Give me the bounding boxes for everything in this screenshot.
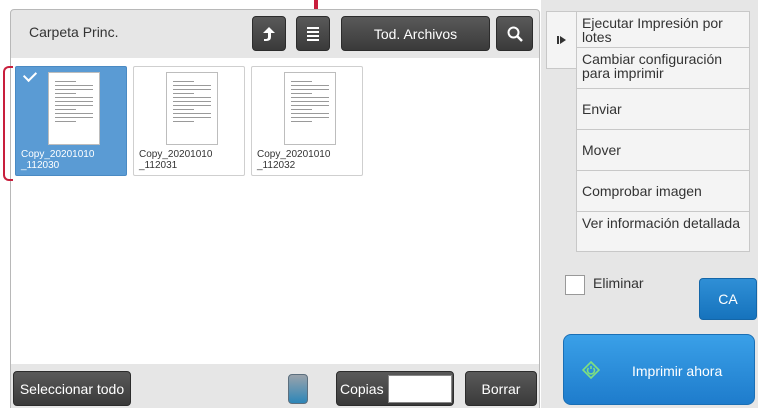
delete-button[interactable]: Borrar xyxy=(465,371,537,406)
action-menu: Ejecutar Impresión por lotes Cambiar con… xyxy=(576,11,750,252)
file-name: Copy_20201010 _112031 xyxy=(139,149,213,171)
list-view-button[interactable] xyxy=(296,16,330,51)
file-thumbnail[interactable]: Copy_20201010 _112032 xyxy=(251,66,363,176)
checkmark-icon xyxy=(22,67,38,83)
delete-checkbox-label: Eliminar xyxy=(593,275,644,291)
menu-item-check-image[interactable]: Comprobar imagen xyxy=(576,170,750,211)
highlight-bracket xyxy=(3,66,13,181)
header-bar: Carpeta Princ. Tod. Archivos xyxy=(11,10,539,58)
search-button[interactable] xyxy=(496,16,533,51)
document-preview xyxy=(48,72,100,145)
print-now-button[interactable]: Imprimir ahora xyxy=(563,334,755,405)
footer-bar: Seleccionar todo Copias Borrar xyxy=(11,364,539,408)
all-files-button[interactable]: Tod. Archivos xyxy=(341,16,490,51)
print-now-label: Imprimir ahora xyxy=(632,363,723,379)
clear-all-button[interactable]: CA xyxy=(699,278,757,320)
menu-item-move[interactable]: Mover xyxy=(576,129,750,170)
menu-item-send[interactable]: Enviar xyxy=(576,88,750,129)
up-arrow-icon xyxy=(263,26,275,41)
document-preview xyxy=(166,72,218,145)
collapse-panel-button[interactable] xyxy=(546,11,576,69)
file-name: Copy_20201010 _112032 xyxy=(257,149,331,171)
toner-icon xyxy=(288,374,308,404)
action-panel: Ejecutar Impresión por lotes Cambiar con… xyxy=(541,0,758,408)
search-icon xyxy=(507,26,523,42)
menu-item-change-print-settings[interactable]: Cambiar configuración para imprimir xyxy=(576,47,750,88)
list-icon xyxy=(307,26,319,41)
copies-label: Copias xyxy=(340,380,384,397)
copies-input[interactable] xyxy=(388,375,452,403)
menu-item-view-details[interactable]: Ver información detallada xyxy=(576,211,750,252)
up-folder-button[interactable] xyxy=(252,16,286,51)
delete-checkbox[interactable] xyxy=(565,275,585,295)
file-browser-panel: Carpeta Princ. Tod. Archivos Copy_202010… xyxy=(10,9,540,408)
folder-title: Carpeta Princ. xyxy=(29,24,119,40)
copies-button[interactable]: Copias xyxy=(336,371,454,406)
thumbnail-area: Copy_20201010 _112030 Copy_20201010 _112… xyxy=(11,58,539,364)
document-preview xyxy=(284,72,336,145)
file-thumbnail[interactable]: Copy_20201010 _112031 xyxy=(133,66,245,176)
menu-item-batch-print[interactable]: Ejecutar Impresión por lotes xyxy=(576,11,750,47)
file-name: Copy_20201010 _112030 xyxy=(21,149,95,171)
start-icon xyxy=(582,361,600,379)
play-arrow-icon xyxy=(556,36,566,44)
select-all-button[interactable]: Seleccionar todo xyxy=(13,371,131,406)
file-thumbnail[interactable]: Copy_20201010 _112030 xyxy=(15,66,127,176)
